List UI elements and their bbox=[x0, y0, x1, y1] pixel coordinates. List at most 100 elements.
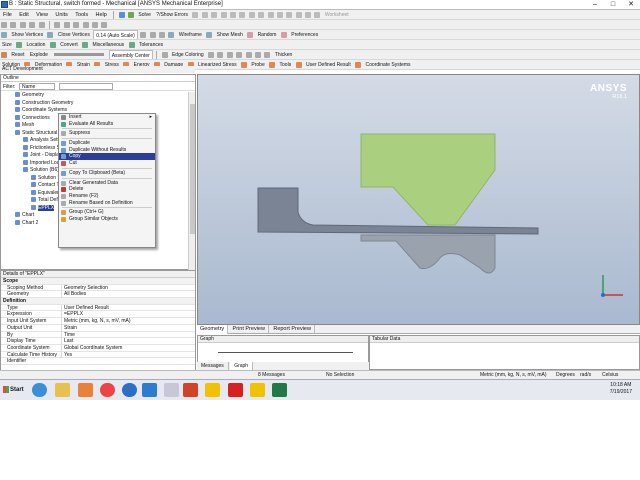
media-player-icon[interactable] bbox=[78, 383, 93, 397]
pan-icon[interactable] bbox=[201, 12, 208, 18]
outlook-icon[interactable] bbox=[142, 383, 157, 397]
view-icon[interactable] bbox=[258, 12, 265, 18]
solve-button[interactable]: Solve bbox=[136, 10, 153, 19]
ruler-icon[interactable] bbox=[286, 12, 293, 18]
show-errors-button[interactable]: ?/Show Errors bbox=[154, 10, 190, 19]
expand-icon[interactable] bbox=[82, 22, 89, 28]
details-value[interactable]: Geometry Selection bbox=[61, 284, 193, 292]
context-menu-item[interactable]: Copy bbox=[59, 153, 155, 161]
node-select-icon[interactable] bbox=[54, 22, 61, 28]
lower-die[interactable] bbox=[360, 234, 496, 274]
display-icon[interactable] bbox=[140, 32, 147, 38]
body-select-icon[interactable] bbox=[38, 22, 45, 28]
ansys-icon[interactable] bbox=[250, 383, 265, 397]
edges-icon[interactable] bbox=[159, 32, 166, 38]
details-section[interactable]: Scope bbox=[1, 278, 195, 285]
refresh-icon[interactable] bbox=[128, 12, 134, 18]
ie-icon[interactable] bbox=[32, 383, 47, 397]
edge-style-icon[interactable] bbox=[208, 52, 215, 58]
graphics-viewport[interactable]: ANSYS R18.1 bbox=[197, 74, 640, 325]
ansys-workbench-icon[interactable] bbox=[205, 383, 220, 397]
powerpoint-icon[interactable] bbox=[183, 383, 198, 397]
scale-dropdown[interactable]: 0.14 (Auto Scale) bbox=[93, 30, 138, 39]
context-menu-item[interactable]: Group Similar Objects bbox=[59, 216, 155, 223]
show-mesh-button[interactable]: Show Mesh bbox=[215, 30, 245, 39]
menu-tools[interactable]: Tools bbox=[72, 10, 91, 19]
details-value[interactable]: Metric (mm, kg, N, s, mV, mA) bbox=[61, 318, 193, 325]
look-at-icon[interactable] bbox=[267, 12, 274, 18]
edge-style5-icon[interactable] bbox=[245, 52, 252, 58]
details-value[interactable]: Last bbox=[61, 338, 193, 345]
context-menu-item[interactable]: Rename Based on Definition bbox=[59, 200, 155, 207]
details-value[interactable]: Global Coordinate System bbox=[61, 344, 193, 352]
model-geometry[interactable] bbox=[198, 75, 640, 325]
details-value[interactable]: =EPPLX bbox=[61, 311, 193, 319]
mechanical-icon[interactable] bbox=[228, 383, 243, 397]
close-vertices-button[interactable]: Close Vertices bbox=[56, 30, 92, 39]
act-development-bar[interactable]: ACT Development bbox=[0, 66, 195, 73]
menu-file[interactable]: File bbox=[0, 10, 15, 19]
context-menu-item[interactable]: Suppress bbox=[59, 130, 155, 137]
edge-select-icon[interactable] bbox=[19, 22, 26, 28]
details-section[interactable]: Definition bbox=[1, 298, 195, 305]
tab-messages[interactable]: Messages bbox=[197, 362, 229, 370]
tools-button[interactable]: Tools bbox=[278, 60, 294, 69]
triad-icon[interactable] bbox=[305, 12, 312, 18]
menu-help[interactable]: Help bbox=[93, 10, 110, 19]
details-value[interactable]: Yes bbox=[61, 351, 193, 359]
probe-button[interactable]: Probe bbox=[249, 60, 266, 69]
tolerances-button[interactable]: Tolerances bbox=[137, 40, 165, 49]
coordinate-systems-button[interactable]: Coordinate Systems bbox=[364, 60, 413, 69]
random-button[interactable]: Random bbox=[256, 30, 279, 39]
thicken-button[interactable]: Thicken bbox=[273, 50, 295, 59]
explode-slider[interactable] bbox=[54, 53, 105, 56]
box-zoom-icon[interactable] bbox=[239, 12, 246, 18]
details-value[interactable]: All Bodies bbox=[61, 291, 193, 299]
details-value[interactable]: Strain bbox=[61, 324, 193, 332]
context-menu-item[interactable]: Group (Ctrl+ G) bbox=[59, 209, 155, 216]
legend-icon[interactable] bbox=[295, 12, 302, 18]
miscellaneous-button[interactable]: Miscellaneous bbox=[91, 40, 127, 49]
edge-style2-icon[interactable] bbox=[217, 52, 224, 58]
start-button[interactable]: Start bbox=[2, 383, 27, 397]
preferences-button[interactable]: Preferences bbox=[289, 30, 320, 39]
linearized-stress-button[interactable]: Linearized Stress bbox=[196, 60, 239, 69]
edge-style3-icon[interactable] bbox=[226, 52, 233, 58]
show-vertices-button[interactable]: Show Vertices bbox=[9, 30, 45, 39]
edge-style4-icon[interactable] bbox=[236, 52, 243, 58]
tree-node[interactable]: Construction Geometry bbox=[1, 100, 187, 108]
select-icon[interactable] bbox=[192, 12, 199, 18]
filter-dropdown[interactable]: Name bbox=[19, 83, 55, 90]
edge-coloring-button[interactable]: Edge Coloring bbox=[170, 50, 206, 59]
element-select-icon[interactable] bbox=[63, 22, 70, 28]
context-menu-item[interactable]: Duplicate bbox=[59, 140, 155, 147]
details-value[interactable]: Time bbox=[61, 331, 193, 339]
extend-icon[interactable] bbox=[73, 22, 80, 28]
reset-button[interactable]: Reset bbox=[9, 50, 26, 59]
tab-graph[interactable]: Graph bbox=[230, 362, 254, 370]
context-menu-item[interactable]: Clear Generated Data bbox=[59, 180, 155, 187]
contour-icon[interactable] bbox=[149, 32, 156, 38]
cursor-icon[interactable] bbox=[1, 22, 7, 28]
viewport-icon[interactable] bbox=[314, 12, 321, 18]
context-menu-item[interactable]: Rename (F2) bbox=[59, 193, 155, 200]
clipboard-icon[interactable] bbox=[91, 22, 98, 28]
context-menu-item[interactable]: Cut bbox=[59, 160, 155, 167]
upper-die[interactable] bbox=[360, 133, 496, 226]
context-menu-item[interactable]: Copy To Clipboard (Beta) bbox=[59, 170, 155, 177]
explorer-icon[interactable] bbox=[55, 383, 70, 397]
details-value[interactable]: User Defined Result bbox=[61, 304, 193, 312]
vertex-select-icon[interactable] bbox=[29, 22, 36, 28]
context-menu-item[interactable]: Evaluate All Results bbox=[59, 121, 155, 128]
tab-geometry[interactable]: Geometry bbox=[197, 325, 229, 334]
menu-units[interactable]: Units bbox=[52, 10, 71, 19]
assembly-center-dropdown[interactable]: Assembly Center bbox=[108, 50, 153, 59]
system-clock[interactable]: 10:18 AM 7/19/2017 bbox=[610, 382, 632, 396]
edge-style6-icon[interactable] bbox=[254, 52, 261, 58]
open-icon[interactable] bbox=[118, 12, 125, 18]
scrollbar-thumb[interactable] bbox=[190, 104, 195, 234]
maximize-button[interactable]: □ bbox=[604, 0, 622, 9]
minimize-button[interactable]: – bbox=[586, 0, 604, 9]
filter-input[interactable] bbox=[59, 83, 113, 90]
fit-icon[interactable] bbox=[220, 12, 227, 18]
